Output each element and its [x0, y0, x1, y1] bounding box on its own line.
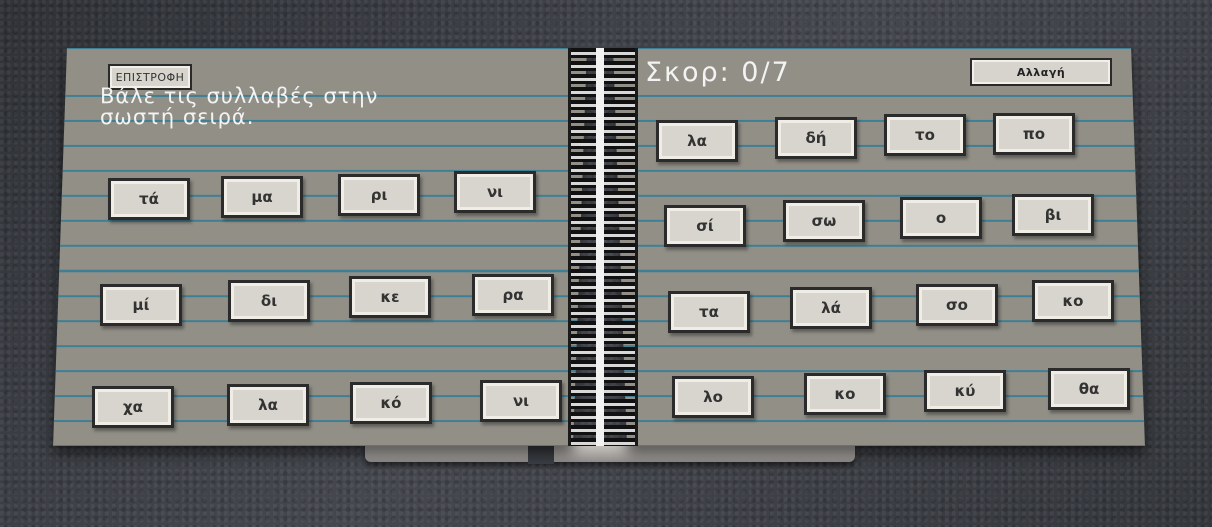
syllable-tile[interactable]: λά — [790, 287, 872, 329]
instruction-text: Βάλε τις συλλαβές στην σωστή σειρά. — [100, 86, 590, 128]
syllable-tile[interactable]: το — [884, 114, 966, 156]
syllable-tile[interactable]: δι — [228, 280, 310, 322]
syllable-tile[interactable]: ο — [900, 197, 982, 239]
syllable-tile[interactable]: σο — [916, 284, 998, 326]
syllable-tile[interactable]: λα — [656, 120, 738, 162]
instruction-line-1: Βάλε τις συλλαβές στην — [100, 84, 379, 108]
syllable-tile[interactable]: ρι — [338, 174, 420, 216]
syllable-tile[interactable]: σω — [783, 200, 865, 242]
syllable-tile[interactable]: κε — [349, 276, 431, 318]
syllable-tile[interactable]: κο — [1032, 280, 1114, 322]
syllable-tile[interactable]: μί — [100, 284, 182, 326]
syllable-tile[interactable]: τα — [668, 291, 750, 333]
syllable-tile[interactable]: δή — [775, 117, 857, 159]
stand-gap — [528, 444, 554, 464]
syllable-tile[interactable]: κο — [804, 373, 886, 415]
syllable-tile[interactable]: χα — [92, 386, 174, 428]
instruction-line-2: σωστή σειρά. — [100, 105, 255, 129]
syllable-tile[interactable]: τά — [108, 178, 190, 220]
syllable-tile[interactable]: ρα — [472, 274, 554, 316]
syllable-tile[interactable]: νι — [454, 171, 536, 213]
change-button[interactable]: Αλλαγή — [970, 58, 1112, 86]
spiral-center — [596, 48, 604, 446]
syllable-tile[interactable]: πο — [993, 113, 1075, 155]
syllable-tile[interactable]: βι — [1012, 194, 1094, 236]
syllable-tile[interactable]: λο — [672, 376, 754, 418]
syllable-tile[interactable]: σί — [664, 205, 746, 247]
syllable-tile[interactable]: λα — [227, 384, 309, 426]
game-scene: ΕΠΙΣΤΡΟΦΗ Αλλαγή Βάλε τις συλλαβές στην … — [0, 0, 1212, 527]
syllable-tile[interactable]: μα — [221, 176, 303, 218]
syllable-tile[interactable]: νι — [480, 380, 562, 422]
syllable-tile[interactable]: θα — [1048, 368, 1130, 410]
score-display: Σκορ: 0/7 — [645, 57, 791, 88]
syllable-tile[interactable]: κύ — [924, 370, 1006, 412]
syllable-tile[interactable]: κό — [350, 382, 432, 424]
